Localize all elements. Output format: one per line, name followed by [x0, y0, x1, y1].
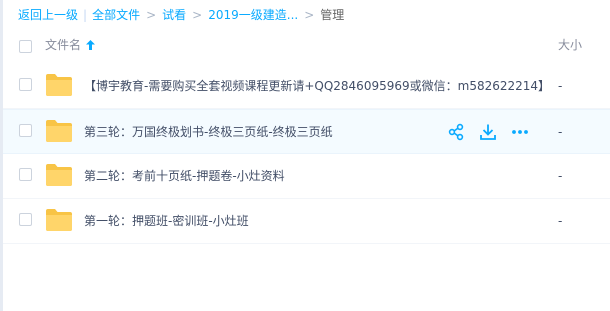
- file-list-header: 文件名 大小: [0, 33, 610, 59]
- folder-icon: [46, 74, 72, 96]
- file-row[interactable]: 第二轮：考前十页纸-押题卷-小灶资料 -: [3, 154, 610, 199]
- row-checkbox[interactable]: [19, 213, 32, 226]
- breadcrumb-all-files[interactable]: 全部文件: [92, 7, 140, 23]
- breadcrumb-item[interactable]: 试看: [162, 7, 186, 23]
- download-icon[interactable]: [479, 123, 497, 141]
- breadcrumb-divider: |: [83, 8, 88, 22]
- breadcrumb-separator-icon: >: [192, 8, 203, 22]
- file-name[interactable]: 【博宇教育-需要购买全套视频课程更新请+QQ2846095969或微信：m582…: [84, 78, 550, 94]
- select-all-checkbox[interactable]: [19, 40, 32, 53]
- column-name-label: 文件名: [45, 38, 82, 52]
- file-row[interactable]: 【博宇教育-需要购买全套视频课程更新请+QQ2846095969或微信：m582…: [3, 64, 610, 109]
- breadcrumb-current: 管理: [320, 8, 345, 22]
- breadcrumb-separator-icon: >: [146, 8, 157, 22]
- breadcrumb: 返回上一级 | 全部文件 > 试看 > 2019一级建造... > 管理: [18, 7, 344, 23]
- share-icon[interactable]: [447, 123, 465, 141]
- file-size: -: [558, 169, 563, 183]
- file-size: -: [558, 214, 563, 228]
- folder-icon: [46, 209, 72, 231]
- folder-icon: [46, 120, 72, 142]
- more-icon[interactable]: [511, 123, 529, 141]
- row-checkbox[interactable]: [19, 78, 32, 91]
- row-checkbox[interactable]: [19, 168, 32, 181]
- file-row[interactable]: 第一轮：押题班-密训班-小灶班 -: [3, 199, 610, 244]
- file-row[interactable]: 第三轮：万国终极划书-终极三页纸-终极三页纸 -: [3, 109, 610, 154]
- sort-ascending-icon[interactable]: [86, 40, 96, 50]
- file-name[interactable]: 第一轮：押题班-密训班-小灶班: [84, 213, 249, 229]
- row-checkbox[interactable]: [19, 124, 32, 137]
- column-name-header[interactable]: 文件名: [45, 37, 96, 53]
- folder-icon: [46, 164, 72, 186]
- back-link[interactable]: 返回上一级: [18, 7, 78, 23]
- file-name[interactable]: 第三轮：万国终极划书-终极三页纸-终极三页纸: [84, 124, 333, 140]
- file-name[interactable]: 第二轮：考前十页纸-押题卷-小灶资料: [84, 168, 285, 184]
- file-size: -: [558, 79, 563, 93]
- column-size-header[interactable]: 大小: [558, 37, 582, 53]
- breadcrumb-item[interactable]: 2019一级建造...: [208, 7, 298, 23]
- file-size: -: [558, 125, 563, 139]
- breadcrumb-separator-icon: >: [304, 8, 315, 22]
